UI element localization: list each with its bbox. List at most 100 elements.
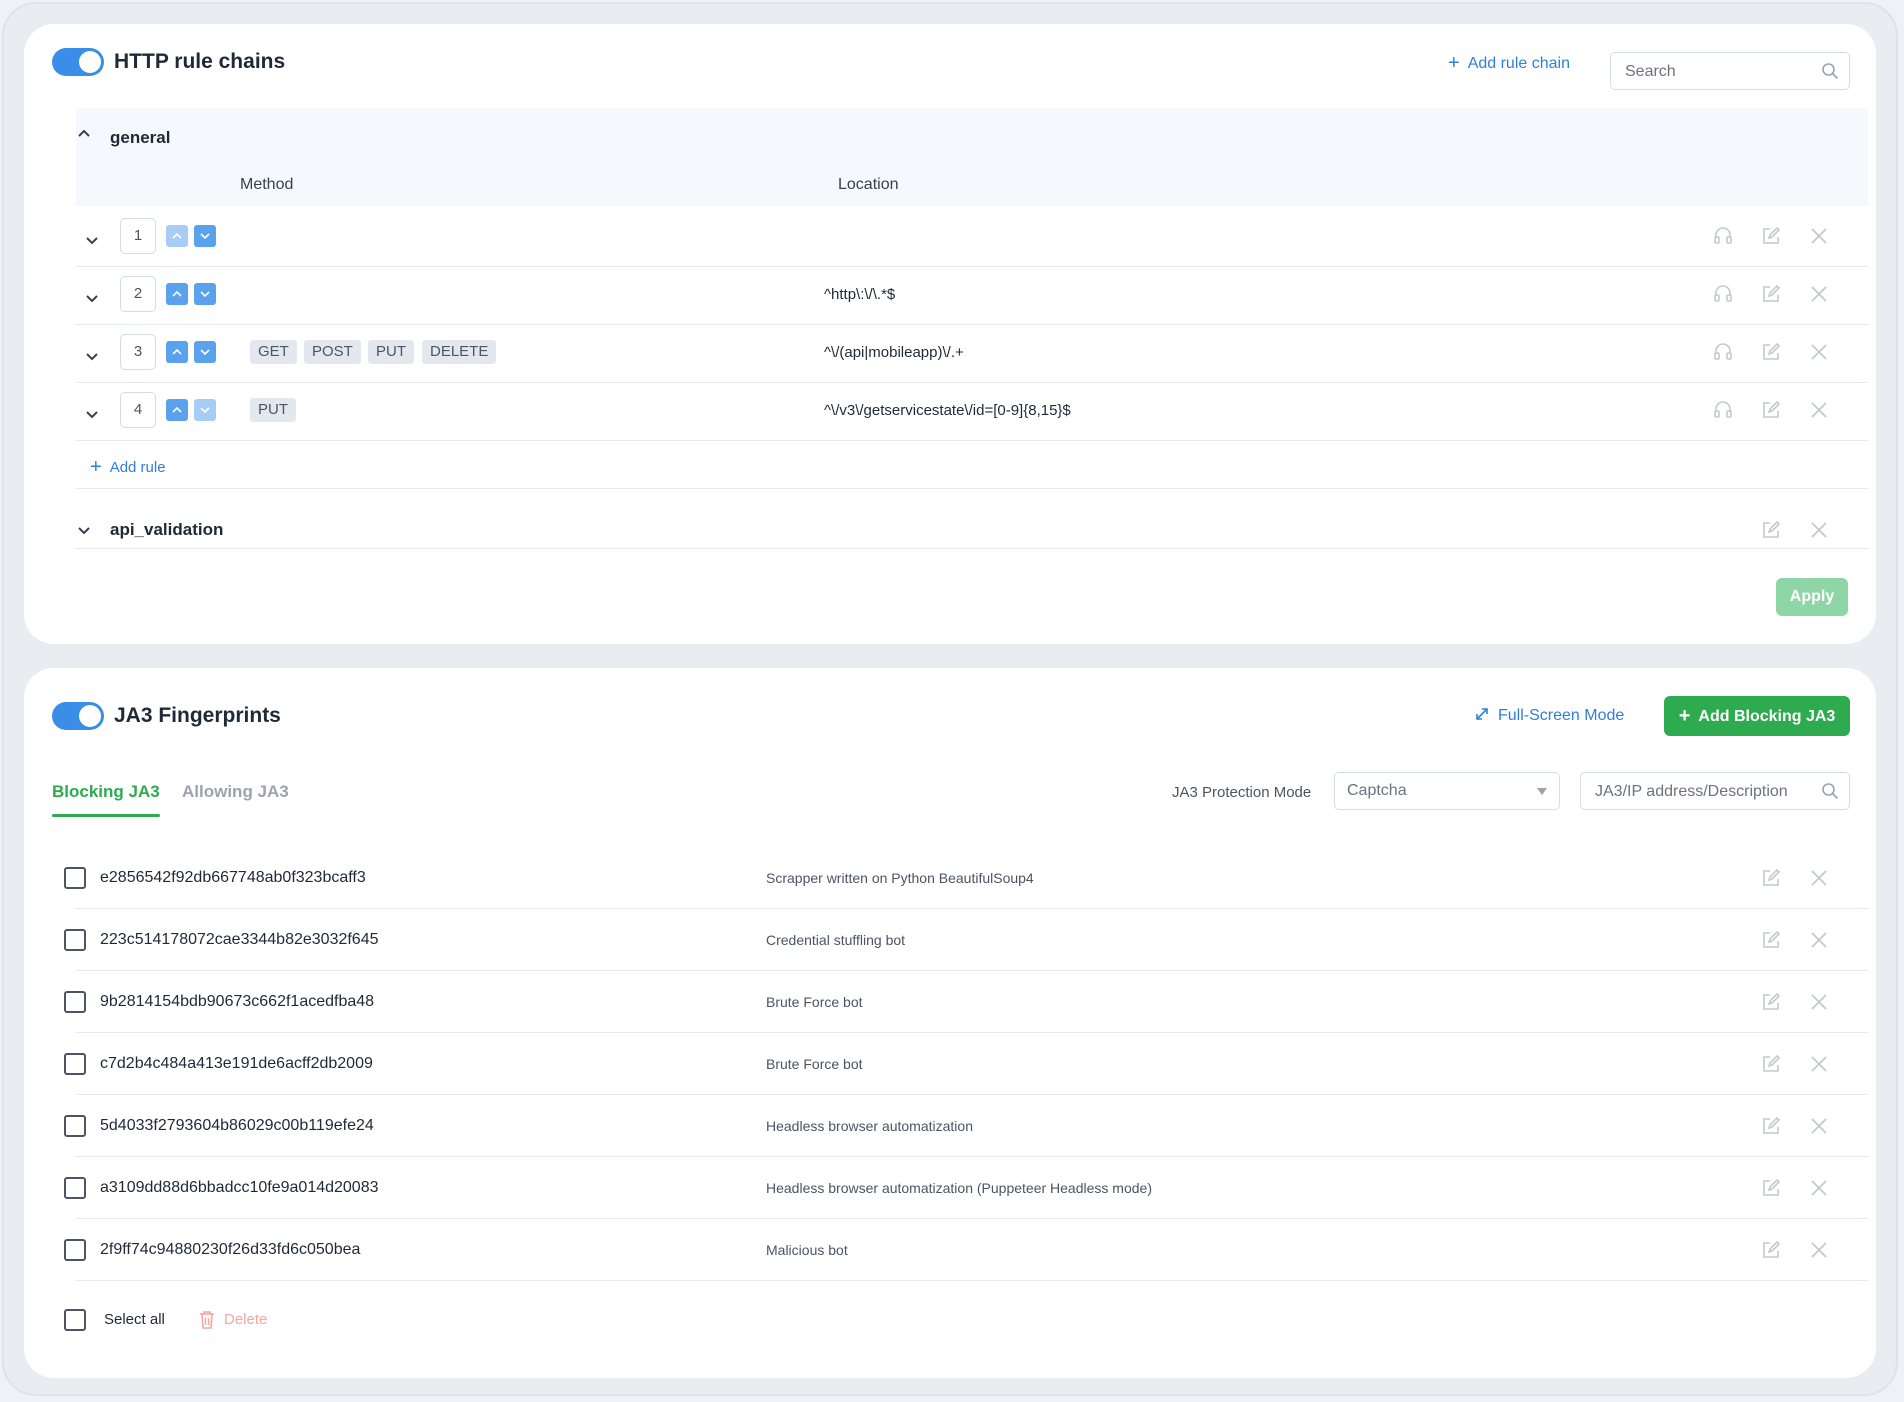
edit-icon[interactable] (1760, 283, 1782, 305)
row-divider (76, 1032, 1868, 1033)
arrow-down-icon (200, 233, 210, 240)
row-checkbox[interactable] (64, 991, 86, 1013)
edit-icon[interactable] (1760, 991, 1782, 1013)
move-down-button[interactable] (194, 225, 216, 247)
close-icon[interactable] (1808, 991, 1830, 1013)
row-checkbox[interactable] (64, 1239, 86, 1261)
ja3-description: Headless browser automatization (Puppete… (766, 1180, 1152, 1196)
ja3-hash: 223c514178072cae3344b82e3032f645 (100, 931, 379, 948)
edit-icon[interactable] (1760, 929, 1782, 951)
close-icon[interactable] (1808, 341, 1830, 363)
http-rule-chains-card: HTTP rule chains + Add rule chain general… (24, 24, 1876, 644)
arrow-up-icon (172, 406, 182, 413)
headset-icon[interactable] (1712, 283, 1734, 305)
chevron-down-icon[interactable] (84, 406, 100, 422)
edit-icon[interactable] (1760, 225, 1782, 247)
ja3-description: Scrapper written on Python BeautifulSoup… (766, 870, 1034, 886)
add-rule-link[interactable]: + Add rule (90, 456, 166, 479)
edit-icon[interactable] (1760, 1177, 1782, 1199)
edit-icon[interactable] (1760, 1053, 1782, 1075)
ja3-search-input[interactable] (1593, 773, 1815, 811)
close-icon[interactable] (1808, 283, 1830, 305)
active-tab-indicator (52, 814, 160, 817)
tab-blocking-ja3[interactable]: Blocking JA3 (52, 782, 160, 802)
ja3-description: Brute Force bot (766, 994, 863, 1010)
rule-location: ^\/v3\/getservicestate\/id=[0-9]{8,15}$ (824, 402, 1071, 419)
edit-icon[interactable] (1760, 341, 1782, 363)
headset-icon[interactable] (1712, 341, 1734, 363)
search-icon[interactable] (1821, 782, 1839, 800)
arrow-down-icon (200, 349, 210, 356)
row-divider (76, 324, 1868, 325)
row-divider (76, 1218, 1868, 1219)
row-divider (76, 1156, 1868, 1157)
ja3-description: Credential stuffling bot (766, 932, 906, 948)
row-divider (76, 1280, 1868, 1281)
move-up-button[interactable] (166, 399, 188, 421)
ja3-toggle[interactable] (52, 702, 104, 730)
arrow-down-icon (200, 407, 210, 414)
chevron-up-icon[interactable] (76, 126, 92, 142)
chevron-down-icon[interactable] (84, 290, 100, 306)
ja3-protection-mode-select[interactable]: Captcha (1334, 772, 1560, 810)
ja3-hash: a3109dd88d6bbadcc10fe9a014d20083 (100, 1179, 379, 1196)
close-icon[interactable] (1808, 1177, 1830, 1199)
row-checkbox[interactable] (64, 1115, 86, 1137)
http-search-box (1610, 52, 1850, 91)
ja3-hash: 5d4033f2793604b86029c00b119efe24 (100, 1117, 374, 1134)
move-up-button[interactable] (166, 225, 188, 247)
close-icon[interactable] (1808, 1053, 1830, 1075)
chevron-down-icon[interactable] (84, 232, 100, 248)
ja3-description: Malicious bot (766, 1242, 848, 1258)
search-icon[interactable] (1821, 62, 1839, 80)
row-checkbox[interactable] (64, 1053, 86, 1075)
row-checkbox[interactable] (64, 929, 86, 951)
add-rule-chain-link[interactable]: + Add rule chain (1448, 52, 1570, 75)
arrow-up-icon (172, 290, 182, 297)
method-tag: GET (250, 340, 297, 364)
chevron-down-icon[interactable] (76, 522, 92, 538)
move-down-button[interactable] (194, 399, 216, 421)
headset-icon[interactable] (1712, 399, 1734, 421)
add-rule-chain-label: Add rule chain (1467, 55, 1570, 72)
delete-button[interactable]: Delete (224, 1311, 267, 1328)
add-blocking-ja3-button[interactable]: + Add Blocking JA3 (1664, 696, 1850, 736)
row-checkbox[interactable] (64, 867, 86, 889)
close-icon[interactable] (1808, 519, 1830, 541)
arrow-down-icon (200, 291, 210, 298)
http-rule-chains-toggle[interactable] (52, 48, 104, 76)
apply-button[interactable]: Apply (1776, 578, 1848, 616)
full-screen-mode-link[interactable]: Full-Screen Mode (1474, 706, 1624, 725)
close-icon[interactable] (1808, 1239, 1830, 1261)
close-icon[interactable] (1808, 399, 1830, 421)
close-icon[interactable] (1808, 225, 1830, 247)
tab-allowing-ja3[interactable]: Allowing JA3 (182, 782, 289, 802)
edit-icon[interactable] (1760, 519, 1782, 541)
arrow-up-icon (172, 348, 182, 355)
move-up-button[interactable] (166, 283, 188, 305)
row-divider (76, 908, 1868, 909)
rule-index: 3 (120, 334, 156, 370)
edit-icon[interactable] (1760, 867, 1782, 889)
http-search-input[interactable] (1623, 53, 1815, 91)
method-tag: DELETE (422, 340, 497, 364)
edit-icon[interactable] (1760, 1115, 1782, 1137)
edit-icon[interactable] (1760, 399, 1782, 421)
edit-icon[interactable] (1760, 1239, 1782, 1261)
chain-name-general: general (110, 128, 171, 147)
move-down-button[interactable] (194, 283, 216, 305)
close-icon[interactable] (1808, 867, 1830, 889)
close-icon[interactable] (1808, 1115, 1830, 1137)
headset-icon[interactable] (1712, 225, 1734, 247)
select-all-checkbox[interactable] (64, 1309, 86, 1331)
row-checkbox[interactable] (64, 1177, 86, 1199)
method-tag: POST (304, 340, 361, 364)
row-divider (76, 266, 1868, 267)
arrow-up-icon (172, 232, 182, 239)
move-up-button[interactable] (166, 341, 188, 363)
chevron-down-icon[interactable] (84, 348, 100, 364)
full-screen-mode-label: Full-Screen Mode (1498, 707, 1625, 724)
add-blocking-ja3-label: Add Blocking JA3 (1698, 707, 1836, 725)
close-icon[interactable] (1808, 929, 1830, 951)
move-down-button[interactable] (194, 341, 216, 363)
